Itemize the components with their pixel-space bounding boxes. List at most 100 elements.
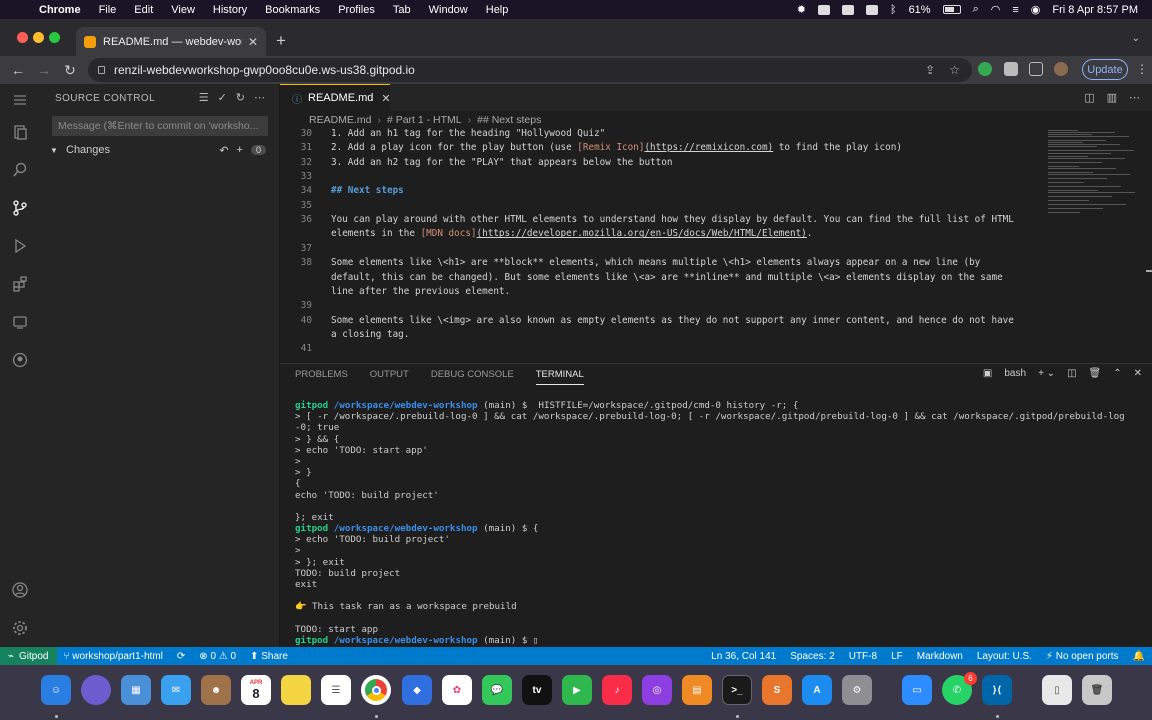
- calendar-icon[interactable]: APR 8: [241, 675, 271, 705]
- siri-app-icon[interactable]: [81, 675, 111, 705]
- editor-tab-readme[interactable]: ⓘ README.md ✕: [280, 84, 391, 111]
- mail-icon[interactable]: ✉: [161, 675, 191, 705]
- minimize-window-button[interactable]: [33, 32, 44, 43]
- update-button[interactable]: Update: [1082, 59, 1128, 80]
- bluetooth-icon[interactable]: ᛒ: [890, 4, 897, 16]
- menu-app-name[interactable]: Chrome: [30, 4, 90, 16]
- stage-all-icon[interactable]: +: [237, 144, 243, 156]
- discard-all-icon[interactable]: ↶: [219, 144, 228, 157]
- control-center-icon[interactable]: ≡: [1012, 4, 1018, 16]
- apple-tv-icon[interactable]: tv: [522, 675, 552, 705]
- reminders-icon[interactable]: ☰: [321, 675, 351, 705]
- github-icon[interactable]: [10, 350, 30, 370]
- zoom-status-icon[interactable]: [817, 4, 830, 15]
- code-editor[interactable]: 30 1. Add an h1 tag for the heading "Holl…: [280, 128, 1152, 355]
- changes-section-header[interactable]: ▼ Changes ↶ + 0: [40, 142, 280, 158]
- menu-tab[interactable]: Tab: [384, 4, 420, 16]
- tab-problems[interactable]: PROBLEMS: [295, 369, 348, 385]
- split-editor-icon[interactable]: ▥: [1107, 91, 1117, 104]
- commit-check-icon[interactable]: ✓: [218, 91, 227, 104]
- end-of-line[interactable]: LF: [884, 651, 910, 662]
- indentation[interactable]: Spaces: 2: [783, 651, 841, 662]
- search-icon[interactable]: ⌕: [973, 3, 979, 16]
- notes-icon[interactable]: [281, 675, 311, 705]
- explorer-icon[interactable]: [10, 122, 30, 142]
- bookmark-star-icon[interactable]: ☆: [949, 63, 960, 77]
- profile-avatar[interactable]: [1054, 62, 1068, 76]
- tab-search-chevron-icon[interactable]: ⌄: [1132, 33, 1140, 44]
- remote-indicator[interactable]: ⌁ Gitpod: [0, 647, 57, 665]
- back-icon[interactable]: ←: [5, 62, 31, 78]
- new-terminal-icon[interactable]: + ⌄: [1038, 368, 1055, 379]
- music-icon[interactable]: ♪: [602, 675, 632, 705]
- sublime-icon[interactable]: S: [762, 675, 792, 705]
- tab-terminal[interactable]: TERMINAL: [535, 369, 584, 385]
- extension-icon[interactable]: [978, 62, 992, 76]
- refresh-icon[interactable]: ↻: [236, 91, 245, 104]
- tab-output[interactable]: OUTPUT: [370, 369, 409, 385]
- more-actions-icon[interactable]: ⋯: [254, 91, 265, 104]
- menu-profiles[interactable]: Profiles: [329, 4, 384, 16]
- extension-status-icon[interactable]: [841, 4, 854, 15]
- app-store-icon[interactable]: A: [802, 675, 832, 705]
- tab-debug-console[interactable]: DEBUG CONSOLE: [431, 369, 514, 385]
- maps-icon[interactable]: ◆: [402, 675, 432, 705]
- breadcrumb-file[interactable]: README.md: [309, 114, 371, 126]
- accounts-icon[interactable]: [10, 580, 30, 600]
- document-icon[interactable]: ▯: [1042, 675, 1072, 705]
- menu-help[interactable]: Help: [477, 4, 518, 16]
- kill-terminal-icon[interactable]: 🗑: [1089, 368, 1102, 379]
- branch-indicator[interactable]: ⑂ workshop/part1-html: [57, 651, 170, 662]
- menu-file[interactable]: File: [90, 4, 126, 16]
- battery-percent[interactable]: 61%: [909, 4, 931, 16]
- editor-scrollbar[interactable]: [1144, 128, 1152, 355]
- problems-indicator[interactable]: ⊗ 0 ⚠ 0: [192, 651, 243, 662]
- source-control-icon[interactable]: [10, 198, 30, 218]
- run-debug-icon[interactable]: [10, 236, 30, 256]
- manage-gear-icon[interactable]: [10, 618, 30, 638]
- commit-message-input[interactable]: [52, 116, 268, 136]
- siri-icon[interactable]: ◉: [1031, 3, 1041, 16]
- zoom-icon[interactable]: ▭: [902, 675, 932, 705]
- search-icon[interactable]: [10, 160, 30, 180]
- share-button[interactable]: ⬆ Share: [243, 651, 295, 662]
- side-panel-icon[interactable]: [1029, 62, 1043, 76]
- launchpad-icon[interactable]: ▦: [121, 675, 151, 705]
- chrome-icon[interactable]: [361, 675, 391, 705]
- minimap[interactable]: [1046, 128, 1144, 355]
- menu-view[interactable]: View: [162, 4, 204, 16]
- terminal-shell-label[interactable]: bash: [1004, 368, 1026, 379]
- breadcrumb-heading-2[interactable]: ## Next steps: [477, 114, 541, 126]
- terminal-output[interactable]: gitpod /workspace/webdev-workshop (main)…: [295, 400, 1125, 646]
- split-terminal-icon[interactable]: ◫: [1067, 368, 1076, 379]
- books-icon[interactable]: ▤: [682, 675, 712, 705]
- keyboard-layout[interactable]: Layout: U.S.: [970, 651, 1039, 662]
- menu-bookmarks[interactable]: Bookmarks: [256, 4, 329, 16]
- open-preview-icon[interactable]: ◫: [1084, 91, 1094, 104]
- close-panel-icon[interactable]: ✕: [1134, 368, 1142, 379]
- close-window-button[interactable]: [17, 32, 28, 43]
- close-tab-icon[interactable]: ✕: [248, 35, 258, 49]
- trash-icon[interactable]: 🗑: [1082, 675, 1112, 705]
- menu-window[interactable]: Window: [420, 4, 477, 16]
- new-tab-button[interactable]: +: [276, 31, 286, 51]
- wifi-icon[interactable]: ◠: [991, 3, 1001, 16]
- forward-icon[interactable]: →: [31, 62, 57, 78]
- maximize-panel-icon[interactable]: ⌃: [1113, 368, 1121, 379]
- photos-icon[interactable]: ✿: [442, 675, 472, 705]
- terminal-app-icon[interactable]: >_: [722, 675, 752, 705]
- language-mode[interactable]: Markdown: [910, 651, 970, 662]
- share-page-icon[interactable]: ⇪: [925, 63, 935, 77]
- system-preferences-icon[interactable]: ⚙: [842, 675, 872, 705]
- messages-icon[interactable]: 💬: [482, 675, 512, 705]
- sync-icon[interactable]: ⟳: [170, 651, 192, 662]
- contacts-icon[interactable]: ☻: [201, 675, 231, 705]
- facetime-icon[interactable]: ▶: [562, 675, 592, 705]
- brightness-icon[interactable]: ✹: [797, 3, 806, 16]
- extensions-puzzle-icon[interactable]: [1004, 62, 1018, 76]
- encoding[interactable]: UTF-8: [842, 651, 884, 662]
- ports-indicator[interactable]: ⚡ No open ports: [1039, 651, 1126, 662]
- vscode-icon[interactable]: ⟩⟨: [982, 675, 1012, 705]
- address-bar[interactable]: renzil-webdevworkshop-gwp0oo8cu0e.ws-us3…: [88, 58, 972, 82]
- chrome-menu-icon[interactable]: ⋮: [1136, 62, 1148, 76]
